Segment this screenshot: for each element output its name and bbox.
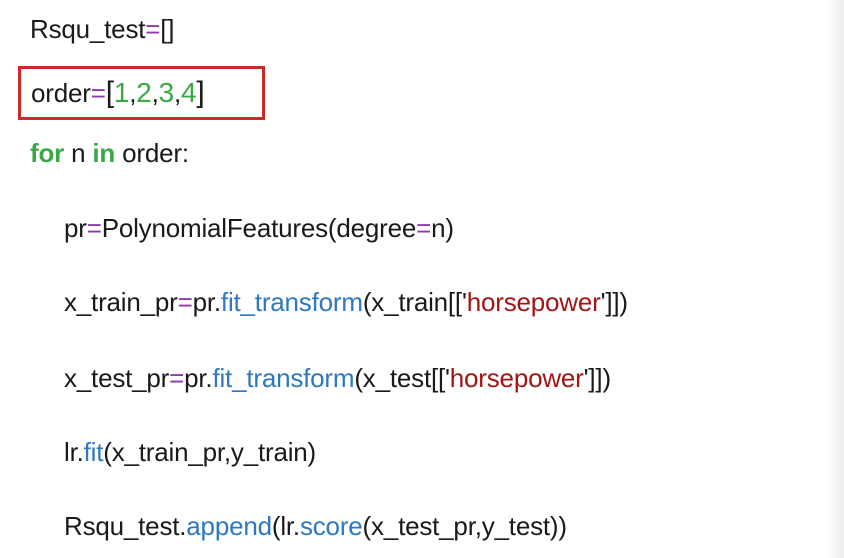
code-line-x-train-pr: x_train_pr=pr.fit_transform(x_train[['ho… [64,287,628,317]
code-token: x_test_pr [64,363,170,393]
code-token: pr [64,213,87,243]
code-number: 4 [181,77,197,108]
code-operator: = [86,213,102,243]
code-operator: = [177,287,193,317]
code-string: horsepower [449,363,584,393]
code-token: Rsqu_test [30,14,146,44]
code-token: order [31,78,91,108]
edge-shadow [826,0,844,558]
code-line-rsqu-append: Rsqu_test.append(lr.score(x_test_pr,y_te… [64,511,567,541]
code-line-polyfeatures: pr=PolynomialFeatures(degree=n) [64,213,454,243]
code-line-lr-fit: lr.fit(x_train_pr,y_train) [64,437,316,467]
code-number: 2 [136,77,152,108]
code-token: (x_train[[' [362,287,467,317]
code-token: Rsqu_test. [64,511,187,541]
code-function: append [186,511,272,541]
code-line-for: for n in order: [30,138,189,168]
code-operator: = [169,363,185,393]
code-token: [] [160,14,175,44]
code-function: fit_transform [220,287,363,317]
code-token: (x_test_pr,y_test)) [362,511,567,541]
code-function: score [299,511,363,541]
code-token: order: [115,138,189,168]
code-token: (x_train_pr,y_train) [103,437,317,467]
code-token: ']]) [583,363,611,393]
code-line-order: order=[1,2,3,4] [31,76,205,109]
code-operator: = [90,78,106,108]
code-keyword: in [92,138,116,168]
code-comma: , [174,78,182,108]
code-token: pr. [184,363,213,393]
code-number: 3 [158,77,175,108]
code-token: PolynomialFeatures(degree [101,213,417,243]
code-token: lr. [64,437,84,467]
code-token: x_train_pr [64,287,178,317]
code-keyword: for [30,138,65,168]
code-line-x-test-pr: x_test_pr=pr.fit_transform(x_test[['hors… [64,363,611,393]
code-function: fit [83,437,104,467]
code-token: pr. [192,287,222,317]
code-operator: = [145,14,161,44]
slide: Rsqu_test=[] order=[1,2,3,4] for n in or… [0,0,844,558]
code-operator: = [416,213,432,243]
code-bracket: [ [105,76,114,109]
code-comma: , [151,78,159,108]
code-token: (lr. [271,511,300,541]
code-line-rsqu-init: Rsqu_test=[] [30,14,175,44]
code-token: n) [431,213,454,243]
code-token: n [64,138,93,168]
code-bracket: ] [196,76,205,109]
code-string: horsepower [466,287,601,317]
code-token: ']]) [600,287,628,317]
code-number: 1 [113,77,130,108]
code-function: fit_transform [212,363,355,393]
code-token: (x_test[[' [354,363,450,393]
